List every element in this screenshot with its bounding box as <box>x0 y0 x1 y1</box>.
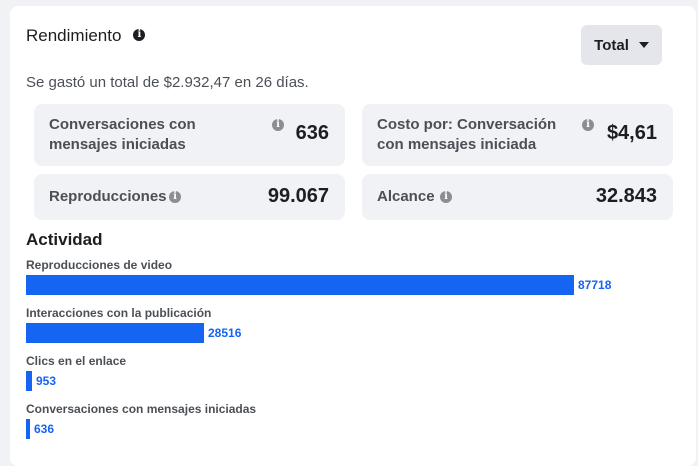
metric-label: Costo por: Conversación con mensajes ini… <box>377 116 557 153</box>
activity-bar <box>26 371 32 391</box>
activity-value: 953 <box>36 374 57 388</box>
activity-label: Reproducciones de video <box>26 258 173 272</box>
info-icon[interactable]: i <box>169 191 181 203</box>
activity-value: 28516 <box>208 326 242 340</box>
activity-value: 636 <box>34 422 55 436</box>
performance-card: Rendimiento i Total Se gastó un total de… <box>10 6 696 466</box>
metric-card-conversations: Conversaciones con mensajes iniciadas i … <box>34 104 345 166</box>
metric-value: 32.843 <box>595 185 657 207</box>
section-title: Rendimiento <box>26 26 122 45</box>
activity-bar <box>26 419 30 439</box>
metric-value: $4,61 <box>606 122 657 144</box>
total-dropdown-button[interactable]: Total <box>581 25 662 65</box>
activity-label: Clics en el enlace <box>26 354 127 368</box>
info-icon[interactable]: i <box>272 119 284 131</box>
activity-bar <box>26 275 574 295</box>
dropdown-label: Total <box>594 36 629 54</box>
activity-label: Conversaciones con mensajes iniciadas <box>26 402 257 416</box>
metric-card-cost-per-conversation: Costo por: Conversación con mensajes ini… <box>362 104 673 166</box>
metric-value: 99.067 <box>267 185 329 207</box>
metric-label: Alcance <box>377 188 435 205</box>
activity-bar <box>26 323 204 343</box>
info-icon[interactable]: i <box>440 191 452 203</box>
info-icon[interactable]: i <box>582 119 594 131</box>
activity-value: 87718 <box>578 278 612 292</box>
metric-label: Reproducciones <box>49 188 167 205</box>
info-icon[interactable]: i <box>133 29 146 41</box>
section-header: Rendimiento i <box>26 26 146 46</box>
caret-down-icon <box>638 42 649 48</box>
activity-title: Actividad <box>26 230 103 249</box>
metric-value: 636 <box>295 122 329 144</box>
spent-summary: Se gastó un total de $2.932,47 en 26 día… <box>26 74 309 91</box>
activity-label: Interacciones con la publicación <box>26 306 212 320</box>
metric-label: Conversaciones con mensajes iniciadas <box>49 116 196 153</box>
metric-card-reproductions: Reproducciones i 99.067 <box>34 174 345 220</box>
metric-card-reach: Alcance i 32.843 <box>362 174 673 220</box>
